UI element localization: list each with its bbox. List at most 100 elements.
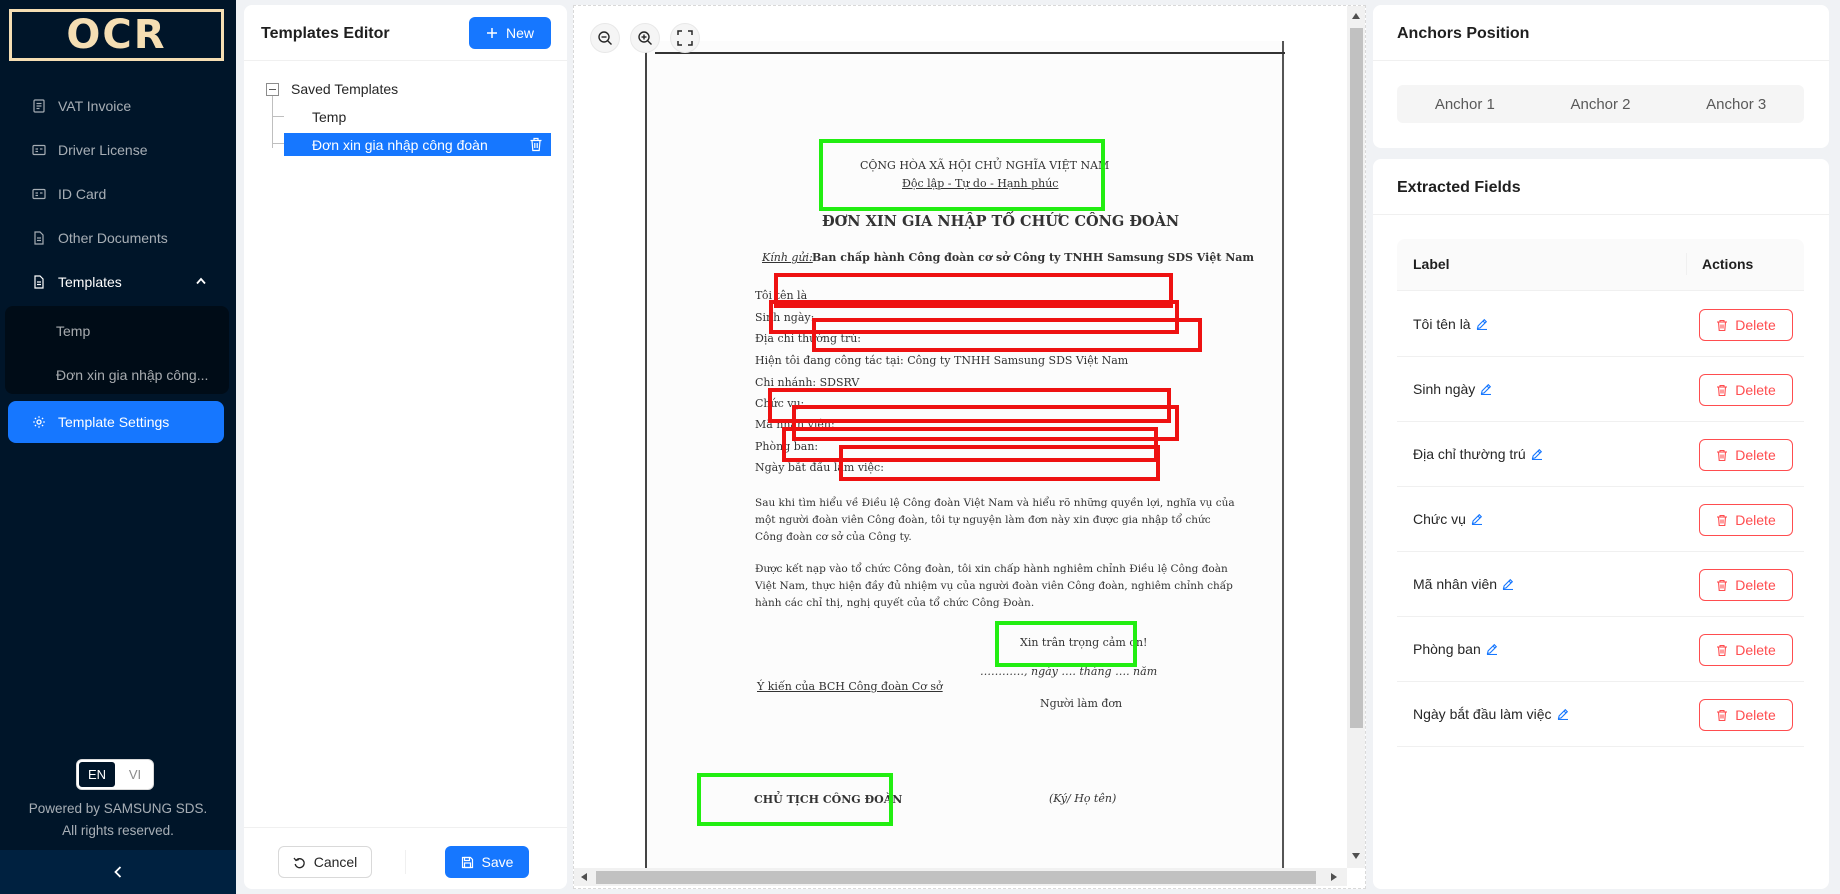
delete-field-button[interactable]: Delete [1699, 374, 1793, 406]
delete-label: Delete [1735, 447, 1776, 463]
language-switch[interactable]: EN VI [76, 759, 154, 790]
scroll-right-icon[interactable] [1331, 873, 1337, 881]
edit-icon[interactable] [1476, 318, 1488, 330]
edit-icon[interactable] [1471, 513, 1483, 525]
anchors-position-card: Anchors Position Anchor 1 Anchor 2 Ancho… [1373, 5, 1829, 148]
doc-paragraph-line: Được kết nạp vào tổ chức Công đoàn, tôi … [755, 563, 1228, 575]
sidebar-item-template-settings[interactable]: Template Settings [8, 401, 224, 443]
delete-field-button[interactable]: Delete [1699, 504, 1793, 536]
plus-icon [486, 28, 497, 38]
scroll-left-icon[interactable] [581, 873, 587, 881]
delete-icon [1717, 514, 1728, 526]
sidebar-item-label: Template Settings [58, 414, 170, 430]
sidebar-item-label: Other Documents [58, 230, 168, 246]
doc-paragraph-line: một người đoàn viên Công đoàn, tôi tự ng… [755, 514, 1211, 526]
tree-connector [272, 96, 273, 148]
zoom-in-button[interactable] [630, 23, 660, 53]
delete-field-button[interactable]: Delete [1699, 634, 1793, 666]
sidebar-item-driver-license[interactable]: Driver License [8, 129, 224, 171]
app-logo: OCR [9, 9, 224, 61]
edit-icon[interactable] [1486, 643, 1498, 655]
sidebar-item-other-documents[interactable]: Other Documents [8, 217, 224, 259]
delete-label: Delete [1735, 317, 1776, 333]
lang-en-option[interactable]: EN [77, 760, 117, 789]
lang-vi-option[interactable]: VI [117, 760, 153, 789]
fullscreen-button[interactable] [670, 23, 700, 53]
document-canvas[interactable]: CỘNG HÒA XÃ HỘI CHỦ NGHĨA VIỆT NAM Độc l… [573, 5, 1366, 889]
anchor-box-2[interactable] [995, 621, 1137, 667]
save-icon [461, 856, 473, 868]
fullscreen-icon [677, 30, 693, 46]
delete-icon [1717, 319, 1728, 331]
anchor-box-3[interactable] [697, 773, 893, 826]
file-icon [31, 275, 46, 290]
sidebar-item-templates[interactable]: Templates [8, 261, 224, 303]
delete-field-button[interactable]: Delete [1699, 439, 1793, 471]
delete-label: Delete [1735, 707, 1776, 723]
zoom-out-button[interactable] [590, 23, 620, 53]
tree-item-temp[interactable]: Temp [284, 105, 346, 128]
doc-paragraph-line: Việt Nam, thực hiện đầy đủ nhiệm vụ của … [755, 580, 1233, 592]
scroll-up-icon[interactable] [1352, 13, 1360, 19]
doc-sign: (Ký/ Họ tên) [1049, 792, 1117, 805]
file-icon [31, 231, 46, 246]
collapse-icon[interactable] [266, 82, 279, 96]
divider [1686, 253, 1687, 275]
anchor-tab-3[interactable]: Anchor 3 [1668, 85, 1804, 123]
tree-root-saved-templates[interactable]: Saved Templates [266, 81, 398, 97]
new-template-label: New [505, 25, 534, 41]
field-label: Ngày bắt đầu làm việc [1413, 706, 1569, 722]
chevron-up-icon [196, 277, 206, 285]
doc-addressee: Ban chấp hành Công đoàn cơ sở Công ty TN… [812, 251, 1255, 264]
vertical-scroll-thumb[interactable] [1350, 28, 1363, 728]
sidebar-subitem-temp[interactable]: Temp [8, 310, 224, 352]
tree-item-don-xin-gia-nhap[interactable]: Đơn xin gia nhập công đoàn [284, 133, 551, 156]
anchor-tab-2[interactable]: Anchor 2 [1533, 85, 1669, 123]
edit-icon[interactable] [1502, 578, 1514, 590]
delete-field-button[interactable]: Delete [1699, 569, 1793, 601]
footer-line-2: All rights reserved. [62, 823, 174, 838]
chevron-left-icon [114, 866, 122, 878]
sidebar-item-label: ID Card [58, 186, 107, 202]
delete-label: Delete [1735, 642, 1776, 658]
gear-icon [31, 415, 46, 430]
anchor-box-1[interactable] [819, 139, 1105, 211]
vertical-scrollbar[interactable] [1347, 6, 1365, 868]
field-label: Tôi tên là [1413, 316, 1488, 332]
edit-icon[interactable] [1531, 448, 1543, 460]
doc-paragraph-line: Công đoàn cơ sở của Công ty. [755, 531, 912, 543]
cancel-button[interactable]: Cancel [278, 846, 372, 878]
sidebar-item-vat-invoice[interactable]: VAT Invoice [8, 85, 224, 127]
sidebar: OCR VAT Invoice Driver License ID Card O… [0, 0, 236, 894]
sidebar-subitem-don-xin[interactable]: Đơn xin gia nhập công... [8, 354, 224, 396]
delete-icon [1717, 384, 1728, 396]
delete-label: Delete [1735, 512, 1776, 528]
doc-line: Hiện tôi đang công tác tại: Công ty TNHH… [755, 354, 1129, 367]
delete-icon [1717, 449, 1728, 461]
field-box-dia-chi[interactable] [812, 318, 1202, 352]
sidebar-item-id-card[interactable]: ID Card [8, 173, 224, 215]
horizontal-scrollbar[interactable] [574, 868, 1347, 886]
field-label-text: Ngày bắt đầu làm việc [1413, 706, 1552, 722]
trash-icon[interactable] [529, 137, 543, 152]
document-image: CỘNG HÒA XÃ HỘI CHỦ NGHĨA VIỆT NAM Độc l… [645, 41, 1285, 881]
scroll-down-icon[interactable] [1352, 853, 1360, 859]
save-label: Save [481, 854, 514, 870]
edit-icon[interactable] [1557, 708, 1569, 720]
horizontal-scroll-thumb[interactable] [596, 871, 1316, 884]
powered-by-text: Powered by SAMSUNG SDS. All rights reser… [0, 798, 236, 842]
field-box-ngay-bat-dau[interactable] [839, 445, 1160, 481]
id-card-icon [31, 143, 46, 158]
delete-field-button[interactable]: Delete [1699, 309, 1793, 341]
new-template-button[interactable]: New [469, 17, 551, 49]
anchor-segmented-control[interactable]: Anchor 1 Anchor 2 Anchor 3 [1397, 85, 1804, 123]
delete-label: Delete [1735, 382, 1776, 398]
edit-icon[interactable] [1480, 383, 1492, 395]
divider [1373, 214, 1829, 215]
delete-field-button[interactable]: Delete [1699, 699, 1793, 731]
tree-item-label: Đơn xin gia nhập công đoàn [312, 136, 488, 153]
anchor-tab-1[interactable]: Anchor 1 [1397, 85, 1533, 123]
sidebar-collapse-button[interactable] [0, 850, 236, 894]
save-button[interactable]: Save [445, 846, 529, 878]
tree-connector [272, 116, 284, 117]
